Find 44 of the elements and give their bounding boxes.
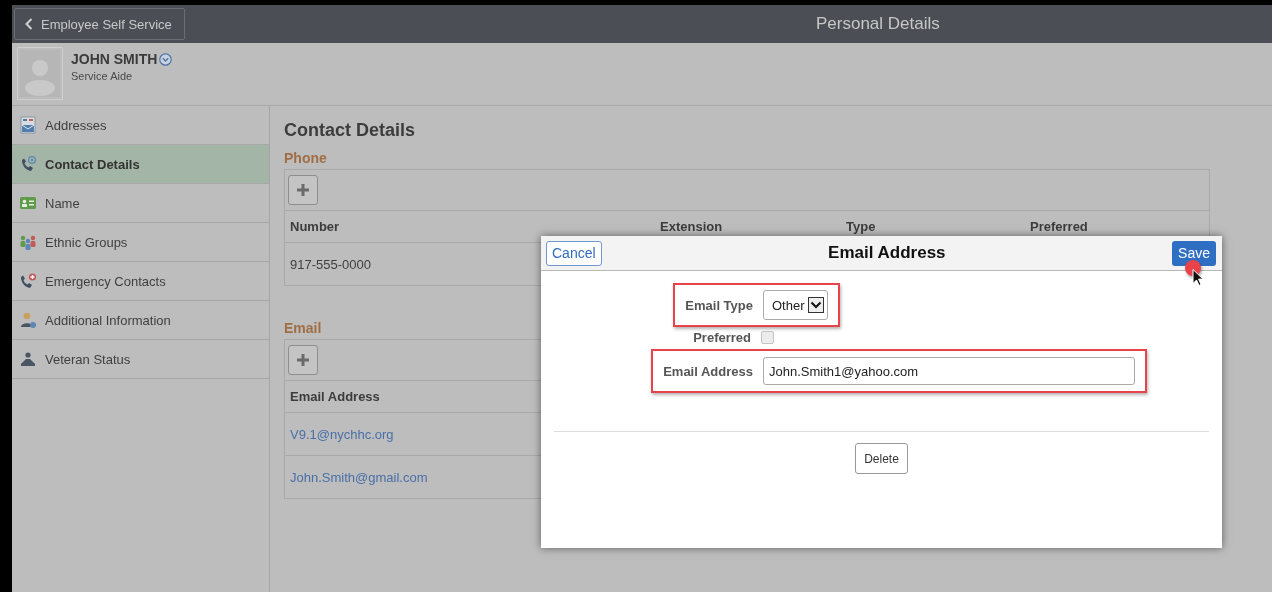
save-button[interactable]: Save — [1172, 240, 1216, 266]
field-label: Preferred — [693, 329, 751, 345]
emergency-phone-icon — [19, 272, 37, 290]
address-card-icon — [19, 116, 37, 134]
sidebar-item[interactable]: Additional Information — [12, 301, 269, 340]
plus-icon — [296, 353, 310, 367]
veteran-icon — [19, 350, 37, 368]
column-header: Email Address — [289, 388, 380, 406]
field-label: Email Type — [685, 297, 753, 313]
delete-button[interactable]: Delete — [855, 443, 908, 474]
chevron-left-icon — [25, 18, 33, 30]
person-info-icon — [19, 311, 37, 329]
add-button[interactable] — [288, 345, 318, 375]
email-input[interactable]: John.Smith1@yahoo.com — [763, 357, 1135, 385]
column-header: Extension — [659, 218, 723, 236]
job-title: Service Aide — [71, 70, 134, 82]
preferred-checkbox[interactable] — [761, 330, 774, 344]
sidebar-item[interactable]: Emergency Contacts — [12, 262, 269, 301]
section-title: Contact Details — [284, 120, 417, 141]
section-heading: Email — [284, 320, 322, 336]
section-heading: Phone — [284, 150, 327, 166]
id-card-icon — [19, 194, 37, 212]
sidebar-item[interactable]: Name — [12, 184, 269, 223]
field-label: Email Address — [663, 363, 753, 379]
cancel-button[interactable]: Cancel — [546, 240, 602, 266]
plus-icon — [296, 183, 310, 197]
dialog-title: Email Address — [828, 243, 946, 263]
avatar-icon — [17, 47, 63, 100]
employee-name: JOHN SMITH — [71, 51, 158, 67]
sidebar-item[interactable]: Ethnic Groups — [12, 223, 269, 262]
page-title: Personal Details — [816, 14, 940, 34]
column-header: Preferred — [1029, 218, 1088, 236]
sidebar-item[interactable]: Contact Details — [12, 145, 269, 184]
table-cell-text: 917-555-0000 — [289, 255, 371, 274]
back-button[interactable]: Employee Self Service — [14, 8, 185, 40]
column-header: Number — [289, 218, 340, 236]
phone-icon — [19, 155, 37, 173]
type-dropdown[interactable]: Other — [763, 290, 828, 320]
add-button[interactable] — [288, 175, 318, 205]
cursor-icon — [1192, 268, 1204, 287]
people-icon — [19, 233, 37, 251]
sidebar-item[interactable]: Veteran Status — [12, 340, 269, 379]
column-header: Type — [845, 218, 876, 236]
dropdown-icon — [159, 52, 173, 66]
